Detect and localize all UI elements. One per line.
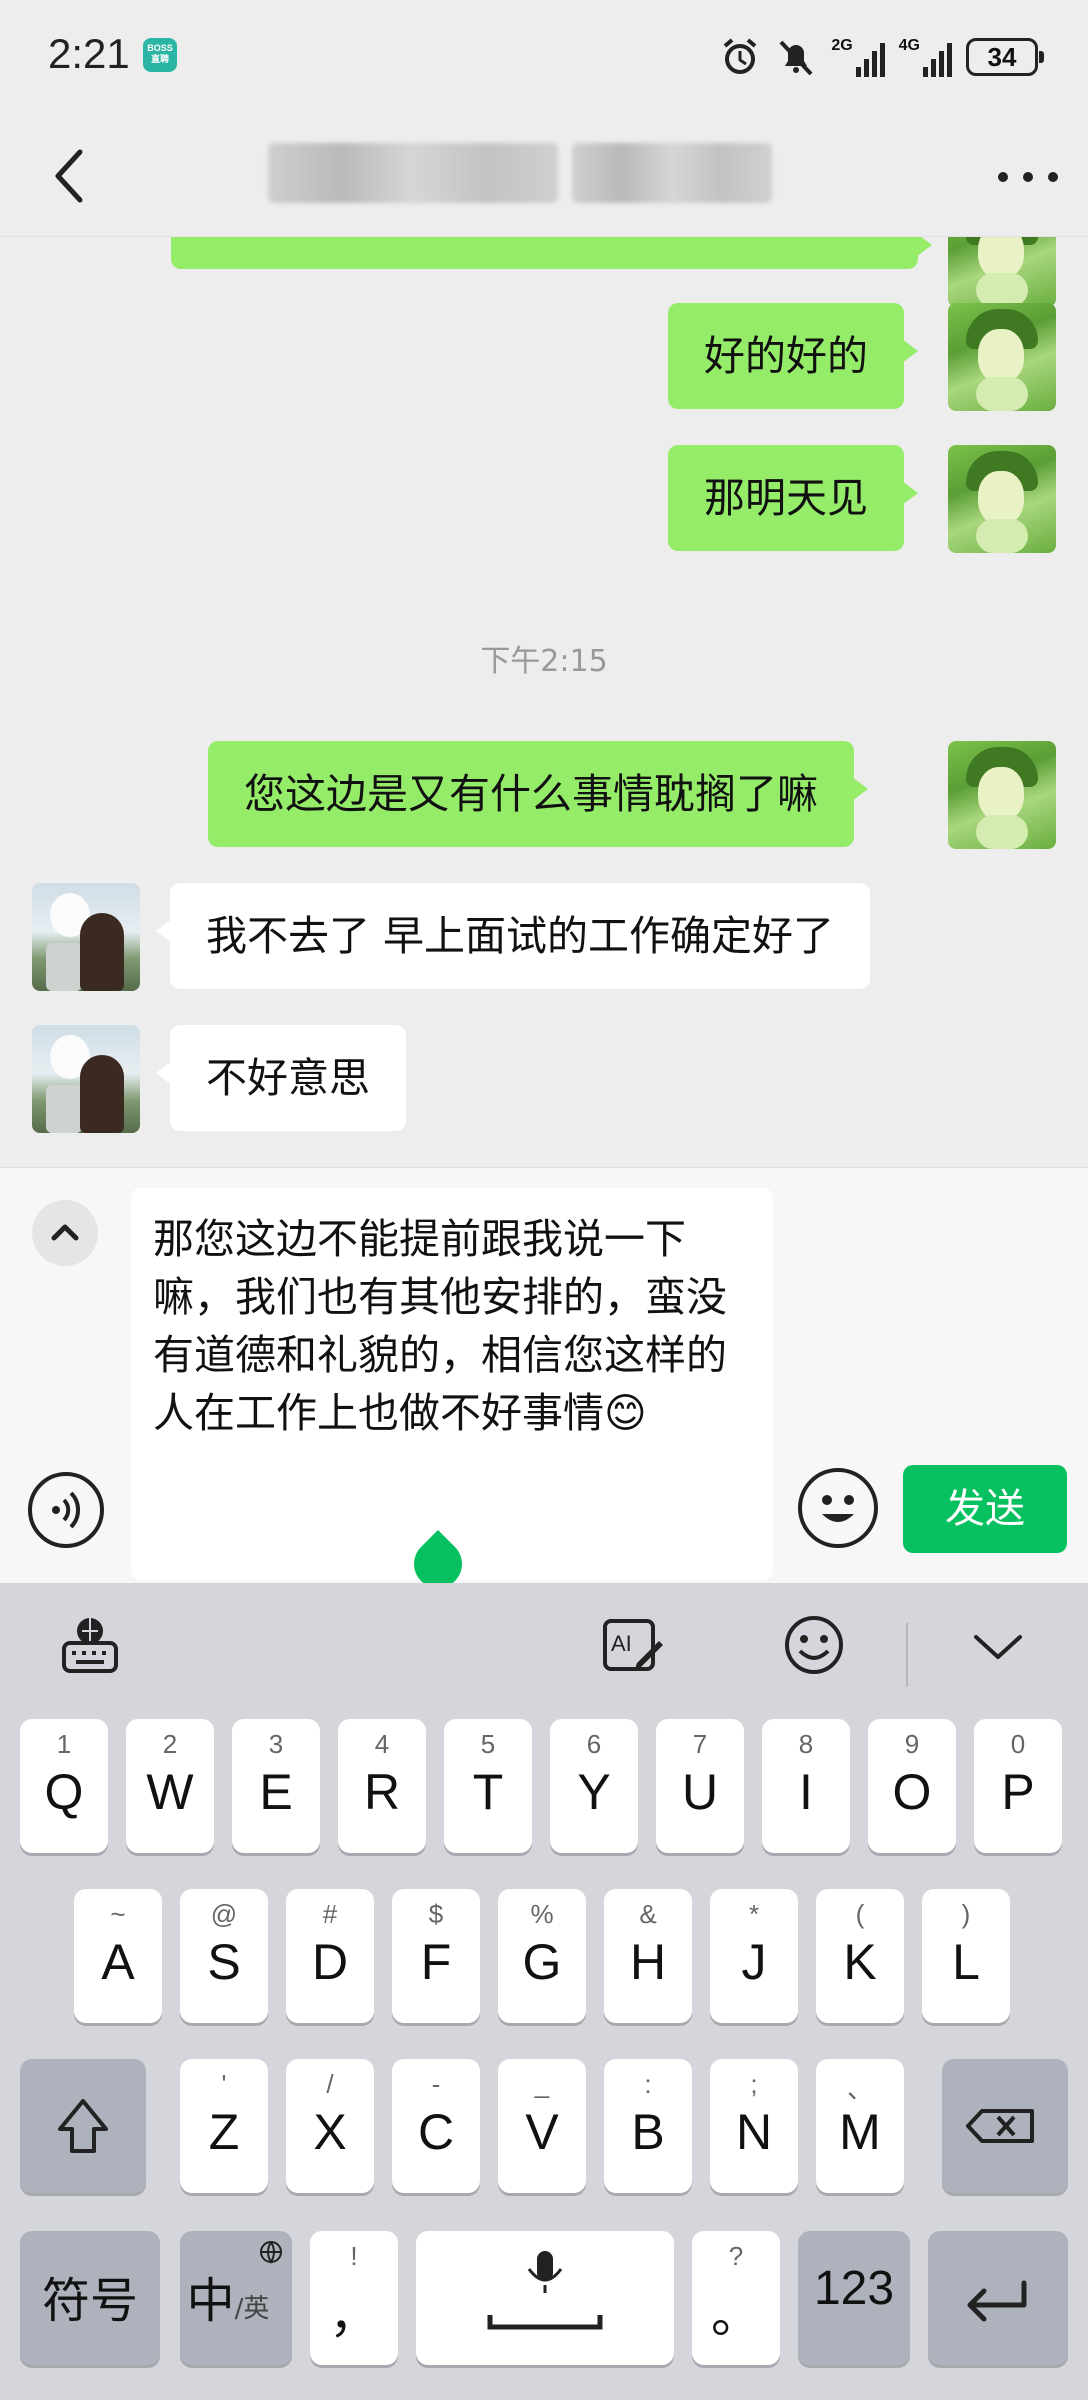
lang-label-main: 中 bbox=[186, 2273, 235, 2329]
shift-arrow-icon bbox=[58, 2099, 108, 2153]
message-input-bar: 那您这边不能提前跟我说一下嘛，我们也有其他安排的，蛮没有道德和礼貌的，相信您这样… bbox=[0, 1167, 1088, 1598]
keyboard-toolbar: AI bbox=[0, 1583, 1088, 1703]
my-avatar[interactable] bbox=[948, 741, 1056, 849]
chat-timestamp: 下午2:15 bbox=[480, 644, 608, 679]
key-o[interactable]: 9O bbox=[868, 1719, 956, 1853]
key-e[interactable]: 3E bbox=[232, 1719, 320, 1853]
hide-keyboard-chevron-icon[interactable] bbox=[966, 1613, 1030, 1677]
message-bubble[interactable]: 好的好的 bbox=[668, 303, 918, 409]
key-h[interactable]: & H bbox=[604, 1889, 692, 2023]
space-key[interactable] bbox=[416, 2231, 674, 2365]
more-dots-icon[interactable] bbox=[998, 157, 1058, 197]
chevron-left-icon[interactable] bbox=[40, 140, 100, 212]
message-bubble[interactable]: 您这边是又有什么事情耽搁了嘛 bbox=[208, 741, 868, 847]
return-arrow-icon bbox=[967, 2280, 1027, 2322]
backspace-icon bbox=[966, 2109, 1034, 2143]
contact-avatar[interactable] bbox=[32, 883, 140, 991]
send-button[interactable]: 发送 bbox=[903, 1465, 1067, 1553]
key-q[interactable]: 1Q bbox=[20, 1719, 108, 1853]
chevron-up-icon[interactable] bbox=[32, 1200, 98, 1266]
comma-key[interactable]: !， bbox=[310, 2231, 398, 2365]
my-avatar[interactable] bbox=[948, 303, 1056, 411]
key-d[interactable]: # D bbox=[286, 1889, 374, 2023]
signal-4g-icon: 4G bbox=[899, 37, 952, 77]
message-text-input[interactable]: 那您这边不能提前跟我说一下嘛，我们也有其他安排的，蛮没有道德和礼貌的，相信您这样… bbox=[131, 1188, 773, 1580]
key-n[interactable]: ; N bbox=[710, 2059, 798, 2193]
key-y[interactable]: 6Y bbox=[550, 1719, 638, 1853]
key-v[interactable]: _ V bbox=[498, 2059, 586, 2193]
key-c[interactable]: -C bbox=[392, 2059, 480, 2193]
my-avatar[interactable] bbox=[948, 237, 1056, 307]
status-time: 2:21 bbox=[48, 30, 130, 77]
contact-avatar[interactable] bbox=[32, 1025, 140, 1133]
signal-2g-icon: 2G bbox=[831, 37, 885, 77]
language-switch-key[interactable]: 中/英 bbox=[180, 2231, 292, 2365]
svg-text:AI: AI bbox=[611, 1631, 632, 1656]
key-b[interactable]: :B bbox=[604, 2059, 692, 2193]
key-z[interactable]: ' Z bbox=[180, 2059, 268, 2193]
numbers-key[interactable]: 123 bbox=[798, 2231, 910, 2365]
key-u[interactable]: 7U bbox=[656, 1719, 744, 1853]
key-f[interactable]: $ F bbox=[392, 1889, 480, 2023]
key-s[interactable]: @ S bbox=[180, 1889, 268, 2023]
contact-name-part2: ███ bbox=[572, 143, 772, 203]
keyboard-globe-icon[interactable] bbox=[58, 1613, 122, 1677]
battery-icon: 34 bbox=[966, 38, 1044, 76]
period-key[interactable]: ?。 bbox=[692, 2231, 780, 2365]
mute-bell-icon bbox=[779, 40, 813, 76]
key-m[interactable]: 、 M bbox=[816, 2059, 904, 2193]
key-a[interactable]: ~ A bbox=[74, 1889, 162, 2023]
key-l[interactable]: ) L bbox=[922, 1889, 1010, 2023]
my-avatar[interactable] bbox=[948, 445, 1056, 553]
contact-name-blurred: ████ ███ bbox=[268, 143, 773, 207]
microphone-icon bbox=[487, 2251, 603, 2330]
voice-icon[interactable] bbox=[28, 1472, 104, 1548]
toolbar-divider bbox=[906, 1623, 908, 1687]
contact-name-part1: ████ bbox=[268, 143, 558, 203]
boss-app-icon: BOSS 直聘 bbox=[143, 38, 177, 72]
message-bubble[interactable]: 那明天见 bbox=[668, 445, 918, 551]
shift-key[interactable] bbox=[20, 2059, 146, 2193]
boss-app-badge-line2: 直聘 bbox=[150, 54, 169, 64]
boss-app-badge-line1: BOSS bbox=[147, 43, 173, 53]
key-i[interactable]: 8I bbox=[762, 1719, 850, 1853]
status-icons: 2G 4G 34 bbox=[719, 32, 1044, 82]
soft-keyboard: AI 1Q 2W 3E 4R 5T 6Y 7U 8I 9O 0P ~ A @ S #… bbox=[0, 1583, 1088, 2400]
status-bar: 2:21 BOSS 直聘 2G 4G 34 bbox=[0, 0, 1088, 115]
ai-write-icon[interactable]: AI bbox=[601, 1613, 665, 1677]
backspace-key[interactable] bbox=[942, 2059, 1068, 2193]
smiley-icon[interactable] bbox=[798, 1468, 878, 1548]
key-g[interactable]: % G bbox=[498, 1889, 586, 2023]
key-j[interactable]: * J bbox=[710, 1889, 798, 2023]
network-4g-label: 4G bbox=[898, 37, 920, 54]
keyboard-emoji-icon[interactable] bbox=[782, 1613, 846, 1677]
message-bubble-cutoff[interactable] bbox=[171, 237, 932, 269]
message-bubble[interactable]: 我不去了 早上面试的工作确定好了 bbox=[155, 883, 871, 989]
globe-icon bbox=[260, 2241, 282, 2264]
chat-header: ████ ███ bbox=[0, 115, 1088, 237]
key-r[interactable]: 4R bbox=[338, 1719, 426, 1853]
key-p[interactable]: 0P bbox=[974, 1719, 1062, 1853]
key-x[interactable]: / X bbox=[286, 2059, 374, 2193]
key-w[interactable]: 2W bbox=[126, 1719, 214, 1853]
chat-message-list[interactable]: 好的好的 那明天见 下午2:15 您这边是又有什么事情耽搁了嘛 我不去了 早上面… bbox=[0, 237, 1088, 1167]
key-k[interactable]: (K bbox=[816, 1889, 904, 2023]
key-t[interactable]: 5T bbox=[444, 1719, 532, 1853]
lang-label-sub: /英 bbox=[234, 2294, 270, 2324]
enter-key[interactable] bbox=[928, 2231, 1068, 2365]
symbols-key[interactable]: 符号 bbox=[20, 2231, 160, 2365]
alarm-icon bbox=[724, 38, 757, 74]
message-bubble[interactable]: 不好意思 bbox=[156, 1025, 406, 1131]
network-2g-label: 2G bbox=[831, 37, 853, 54]
